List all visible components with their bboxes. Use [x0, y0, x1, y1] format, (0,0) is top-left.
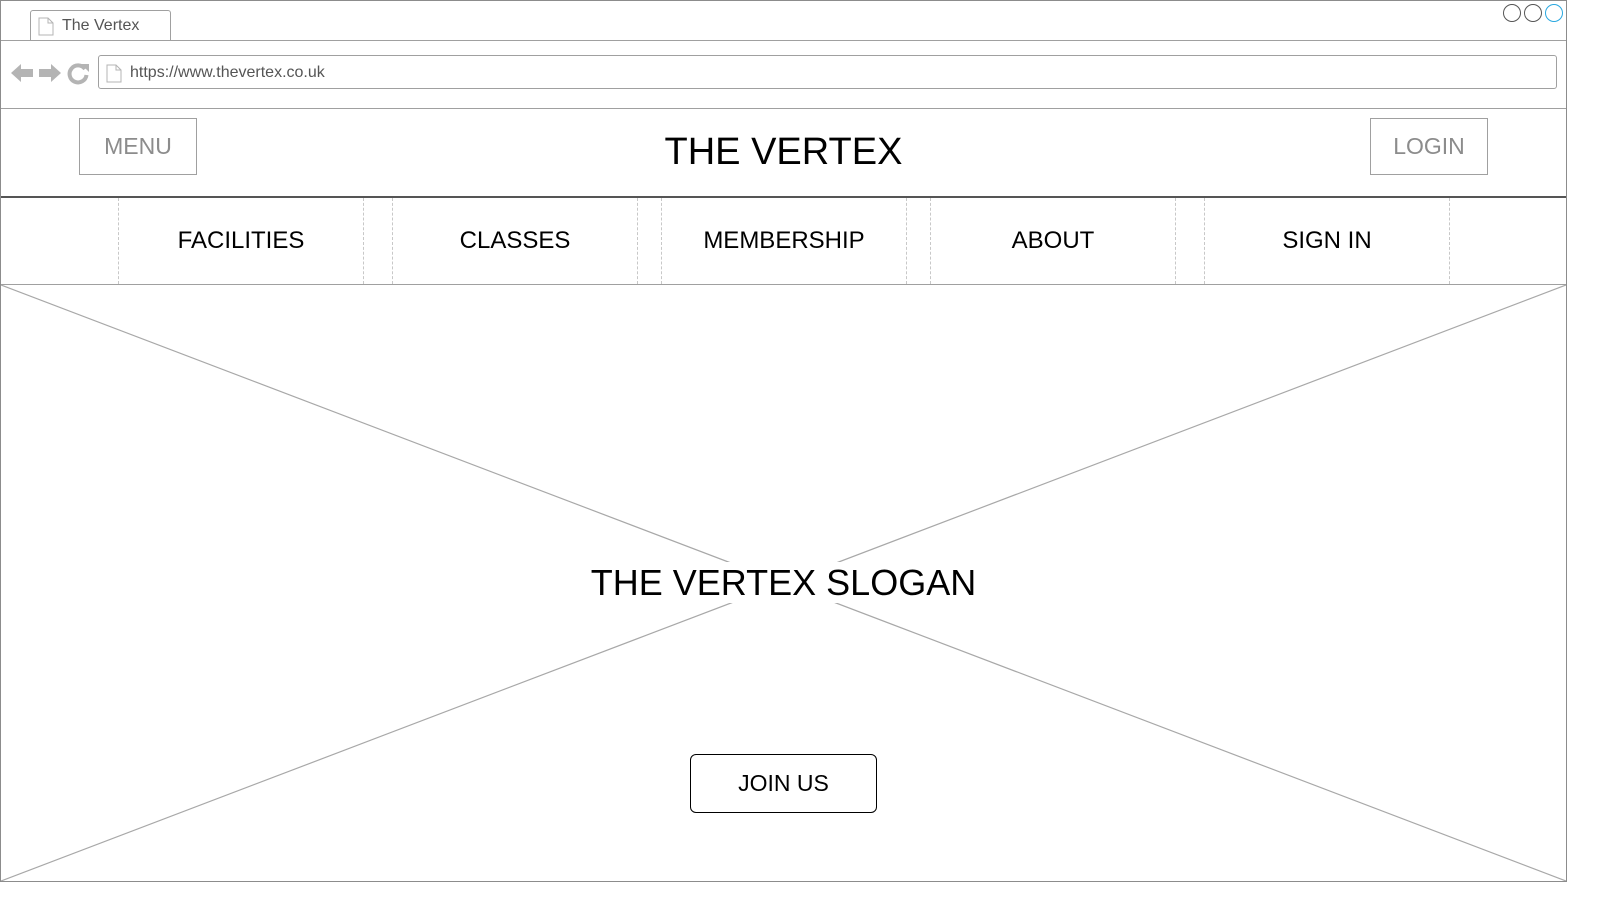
nav-item-membership[interactable]: MEMBERSHIP: [661, 198, 907, 284]
tab-title: The Vertex: [62, 17, 140, 34]
hero-section: THE VERTEX SLOGAN JOIN US: [1, 285, 1566, 881]
nav-item-about[interactable]: ABOUT: [930, 198, 1176, 284]
reload-icon[interactable]: [66, 61, 90, 85]
nav-item-sign-in[interactable]: SIGN IN: [1204, 198, 1450, 284]
hero-slogan-text: THE VERTEX SLOGAN: [572, 562, 995, 603]
browser-tab[interactable]: The Vertex: [30, 10, 171, 40]
page-icon: [106, 64, 122, 88]
join-us-button[interactable]: JOIN US: [690, 754, 877, 813]
address-bar: https://www.thevertex.co.uk: [1, 41, 1566, 109]
login-button[interactable]: LOGIN: [1370, 118, 1488, 175]
hero-slogan: THE VERTEX SLOGAN: [1, 562, 1566, 604]
url-field[interactable]: https://www.thevertex.co.uk: [98, 55, 1557, 89]
nav-item-classes[interactable]: CLASSES: [392, 198, 638, 284]
site-title: THE VERTEX: [664, 131, 903, 173]
browser-nav-buttons: [10, 61, 90, 85]
page-icon: [38, 17, 54, 41]
forward-arrow-icon[interactable]: [38, 62, 62, 84]
back-arrow-icon[interactable]: [10, 62, 34, 84]
url-text: https://www.thevertex.co.uk: [130, 64, 325, 81]
maximize-button[interactable]: [1524, 4, 1542, 22]
tab-bar: The Vertex: [1, 1, 1566, 41]
browser-window: The Vertex https://www.thevertex.co.uk M…: [0, 0, 1567, 882]
minimize-button[interactable]: [1503, 4, 1521, 22]
site-header: MENU THE VERTEX LOGIN: [1, 109, 1566, 198]
main-nav: FACILITIES CLASSES MEMBERSHIP ABOUT SIGN…: [1, 198, 1566, 285]
close-button[interactable]: [1545, 4, 1563, 22]
nav-item-facilities[interactable]: FACILITIES: [118, 198, 364, 284]
window-controls: [1503, 4, 1563, 22]
